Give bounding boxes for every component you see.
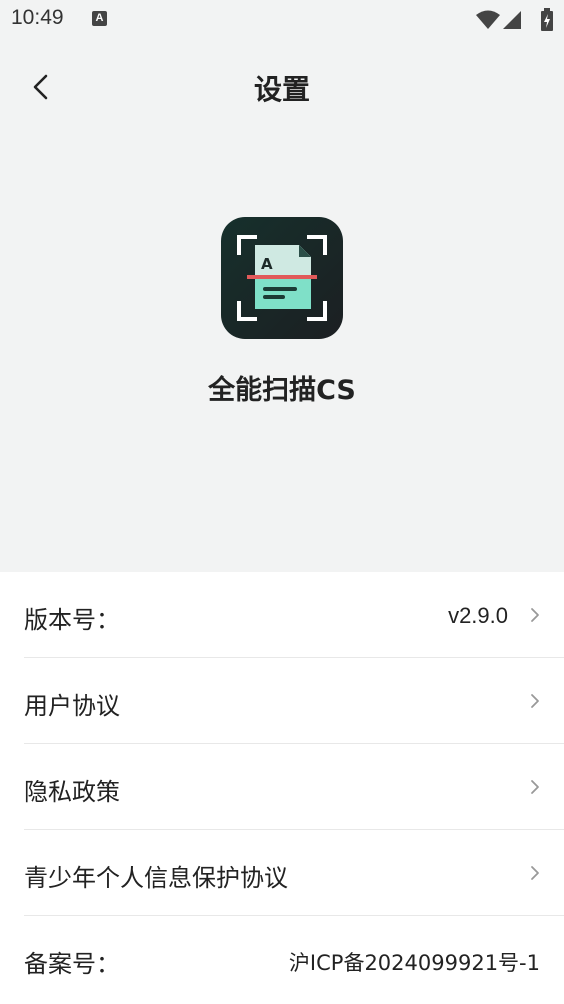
version-value: v2.9.0 xyxy=(448,603,508,628)
icp-label: 备案号： xyxy=(24,950,120,978)
wifi-icon xyxy=(476,10,500,29)
icp-value[interactable]: 沪ICP备2024099921号-1 xyxy=(289,947,540,977)
chevron-right-icon xyxy=(531,866,539,880)
notification-app-icon: A xyxy=(92,11,107,26)
chevron-right-icon xyxy=(531,780,539,794)
svg-text:A: A xyxy=(261,255,273,273)
minor-protection-row[interactable]: 青少年个人信息保护协议 xyxy=(0,830,564,916)
page-title: 设置 xyxy=(253,73,310,106)
battery-icon xyxy=(541,8,553,31)
app-logo: A xyxy=(221,217,343,339)
user-agreement-row[interactable]: 用户协议 xyxy=(0,658,564,744)
signal-icon xyxy=(503,11,521,29)
chevron-right-icon xyxy=(531,694,539,708)
privacy-policy-label: 隐私政策 xyxy=(24,778,120,806)
minor-protection-label: 青少年个人信息保护协议 xyxy=(24,864,288,892)
app-name: 全能扫描CS xyxy=(208,375,356,406)
version-row[interactable]: 版本号： v2.9.0 xyxy=(0,572,564,658)
privacy-policy-row[interactable]: 隐私政策 xyxy=(0,744,564,830)
status-bar: 10:49 A xyxy=(0,0,564,40)
icp-row[interactable]: 备案号： 沪ICP备2024099921号-1 xyxy=(0,916,564,1002)
settings-list: 版本号： v2.9.0 用户协议 隐私政策 青少年个人信息保护协议 备案号： 沪… xyxy=(0,572,564,1004)
top-bar: 设置 xyxy=(0,56,564,116)
chevron-right-icon xyxy=(531,608,539,622)
status-time: 10:49 xyxy=(11,6,64,29)
user-agreement-label: 用户协议 xyxy=(24,692,120,720)
version-label: 版本号： xyxy=(24,606,120,634)
